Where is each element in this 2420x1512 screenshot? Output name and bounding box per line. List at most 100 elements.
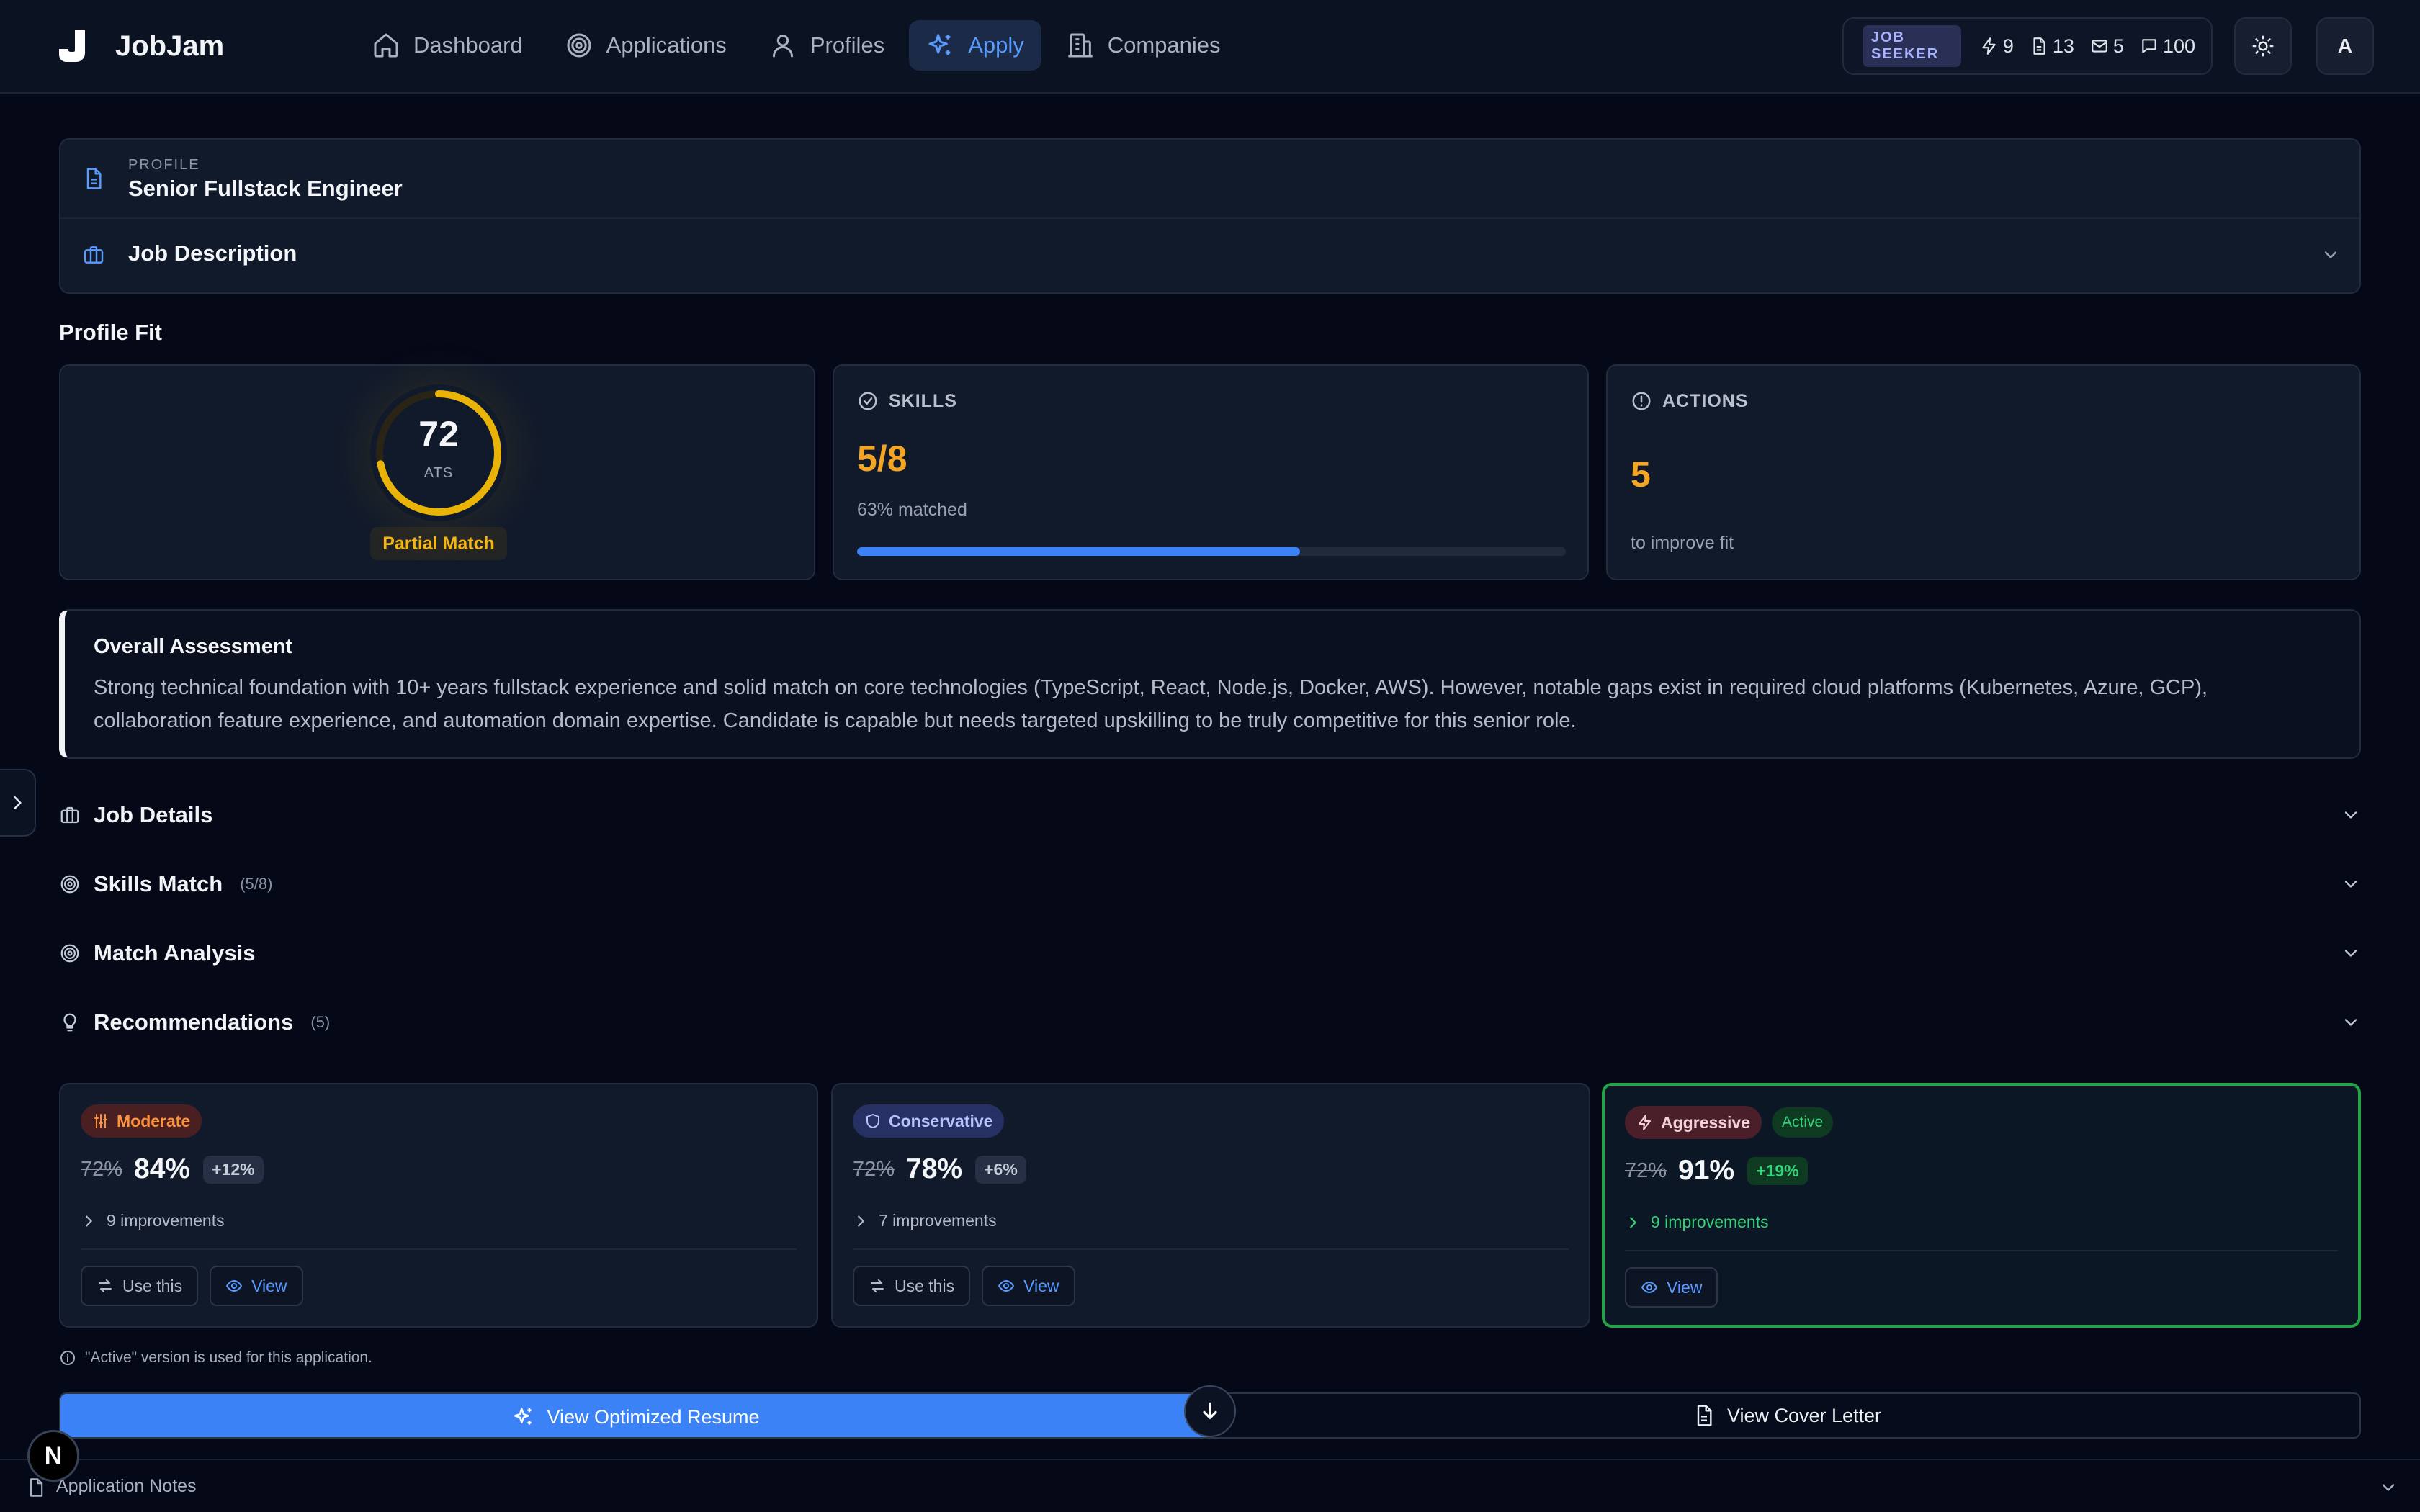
variant-name: Conservative (889, 1111, 993, 1130)
optimized-score: 84% (134, 1153, 191, 1184)
dev-tools-badge[interactable]: N (27, 1430, 79, 1482)
improvements-toggle[interactable]: 9 improvements (81, 1211, 225, 1230)
info-icon (60, 1351, 75, 1365)
theme-toggle-button[interactable] (2234, 17, 2292, 75)
improvements-count: 7 improvements (879, 1211, 997, 1230)
view-button[interactable]: View (982, 1266, 1075, 1306)
section-skills-match[interactable]: Skills Match (5/8) (59, 863, 2361, 906)
profile-row[interactable]: PROFILE Senior Fullstack Engineer (60, 140, 2360, 219)
variant-card-conservative[interactable]: Conservative 72% 78% +6% 7 improvements … (831, 1083, 1590, 1328)
target-icon (60, 875, 79, 894)
variant-card-aggressive[interactable]: Aggressive Active 72% 91% +19% 9 improve… (1602, 1083, 2361, 1328)
divider (1625, 1250, 2338, 1251)
stat-comments: 100 (2140, 35, 2195, 58)
eye-icon (998, 1279, 1015, 1292)
nav-dashboard-label: Dashboard (413, 32, 523, 58)
variant-name: Aggressive (1661, 1112, 1751, 1132)
job-details-label: Job Details (94, 802, 213, 827)
note-text: "Active" version is used for this applic… (85, 1349, 372, 1366)
view-button[interactable]: View (210, 1266, 303, 1306)
section-match-analysis[interactable]: Match Analysis (59, 932, 2361, 975)
stat-messages: 5 (2090, 35, 2124, 58)
alert-circle-icon (1632, 392, 1651, 410)
original-score: 72% (81, 1157, 123, 1181)
improvements-toggle[interactable]: 9 improvements (1625, 1212, 1769, 1232)
arrow-down-icon (1203, 1402, 1217, 1419)
stat-credits-value: 9 (2002, 35, 2014, 57)
stat-documents-value: 13 (2052, 35, 2074, 57)
variant-name: Moderate (117, 1111, 191, 1130)
skills-heading: SKILLS (857, 390, 957, 412)
use-this-label: Use this (122, 1276, 183, 1295)
section-recommendations[interactable]: Recommendations (5) (59, 1001, 2361, 1044)
variant-scores: 72% 91% +19% (1625, 1155, 1808, 1187)
avatar[interactable]: A (2316, 17, 2374, 75)
view-optimized-resume-button[interactable]: View Optimized Resume (60, 1394, 1211, 1437)
lightbulb-icon (63, 1013, 76, 1032)
chevron-down-icon (2344, 881, 2357, 888)
ats-score-card: 72 ATS Partial Match (59, 364, 815, 580)
optimized-score: 91% (1678, 1155, 1735, 1186)
nav-applications-label: Applications (606, 32, 727, 58)
application-notes-label: Application Notes (56, 1476, 197, 1496)
chevron-down-icon (2344, 811, 2357, 819)
job-description-toggle[interactable]: Job Description (60, 219, 2360, 294)
improvements-toggle[interactable]: 7 improvements (853, 1211, 997, 1230)
nav-apply[interactable]: Apply (909, 20, 1041, 71)
actions-heading: ACTIONS (1631, 390, 1749, 412)
variant-badges: Aggressive Active (1625, 1106, 1834, 1139)
briefcase-icon (84, 246, 104, 264)
stat-documents: 13 (2030, 35, 2074, 58)
nav-applications[interactable]: Applications (547, 20, 744, 71)
skills-match-count: (5/8) (240, 875, 273, 893)
brand[interactable]: JobJam (55, 26, 224, 66)
sparkles-icon (928, 34, 951, 55)
improvements-count: 9 improvements (1651, 1212, 1769, 1231)
nav-dashboard[interactable]: Dashboard (354, 20, 540, 71)
variant-actions: View (1625, 1267, 1729, 1308)
top-header: JobJam Dashboard Applications Profiles A… (0, 0, 2420, 94)
chevron-down-icon (2324, 251, 2337, 258)
target-icon (60, 944, 79, 963)
use-this-button[interactable]: Use this (81, 1266, 199, 1306)
job-description-label: Job Description (128, 240, 297, 266)
actions-heading-label: ACTIONS (1662, 390, 1749, 411)
profile-name: Senior Fullstack Engineer (128, 176, 403, 201)
variant-actions: Use this View (853, 1266, 1087, 1306)
view-cover-letter-label: View Cover Letter (1726, 1404, 1882, 1426)
scroll-down-button[interactable] (1184, 1385, 1236, 1437)
match-status-badge: Partial Match (370, 527, 507, 560)
application-notes-bar[interactable]: Application Notes (0, 1459, 2420, 1512)
bolt-icon (1982, 37, 1996, 55)
section-job-details[interactable]: Job Details (59, 793, 2361, 837)
nav-profiles[interactable]: Profiles (751, 20, 902, 71)
divider (853, 1248, 1569, 1250)
variant-tag-conservative: Conservative (853, 1104, 1005, 1138)
view-cover-letter-button[interactable]: View Cover Letter (1211, 1394, 2360, 1437)
optimized-score: 78% (906, 1153, 963, 1184)
swap-icon (871, 1279, 884, 1292)
variant-card-moderate[interactable]: Moderate 72% 84% +12% 9 improvements Use… (59, 1083, 818, 1328)
variant-badges: Conservative (853, 1104, 1005, 1138)
skills-matched-text: 63% matched (857, 500, 967, 520)
chevron-right-icon (1630, 1216, 1636, 1228)
bolt-icon (1639, 1115, 1651, 1130)
main-nav: Dashboard Applications Profiles Apply Co… (354, 20, 1245, 71)
original-score: 72% (853, 1157, 895, 1181)
document-icon (2033, 37, 2045, 55)
home-icon (374, 33, 398, 58)
eye-icon (225, 1279, 243, 1292)
view-optimized-resume-label: View Optimized Resume (547, 1405, 760, 1428)
view-label: View (1667, 1277, 1703, 1297)
ats-score-ring: 72 ATS (370, 384, 507, 521)
nav-companies-label: Companies (1107, 32, 1221, 58)
skills-value: 5/8 (857, 438, 908, 479)
eye-icon (1641, 1281, 1658, 1294)
nav-companies[interactable]: Companies (1049, 20, 1238, 71)
profile-selector-card: PROFILE Senior Fullstack Engineer Job De… (59, 138, 2361, 294)
role-badge: JOB SEEKER (1863, 25, 1961, 67)
view-button[interactable]: View (1625, 1267, 1718, 1308)
use-this-button[interactable]: Use this (853, 1266, 971, 1306)
sliders-icon (94, 1114, 107, 1128)
sidebar-expand-button[interactable] (0, 769, 36, 837)
